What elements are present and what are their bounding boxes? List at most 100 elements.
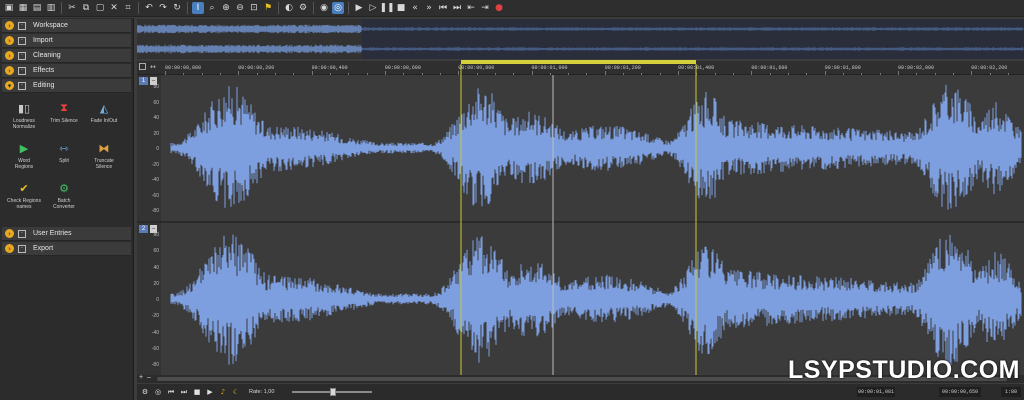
tool-label-secondary: Normalize [12, 124, 36, 130]
ruler-time-label: 00:00:00,800 [458, 65, 495, 71]
save-all-icon[interactable]: ▥ [45, 2, 57, 14]
tool-label: Split [59, 158, 69, 164]
sidebar-section-import[interactable]: › · Import [2, 34, 131, 48]
go-start-icon[interactable]: ⏮ [437, 2, 449, 14]
toolbar-separator [187, 2, 188, 14]
zoom-tool-icon[interactable]: ⌕ [206, 2, 218, 14]
scrub-icon[interactable]: ♪ [218, 387, 228, 397]
play-selection-icon[interactable]: ▷ [367, 2, 379, 14]
sidebar-section-effects[interactable]: › · Effects [2, 64, 131, 78]
sidebar-section-label: Import [33, 37, 53, 44]
workspace-icon: · [18, 21, 26, 30]
tool-fade-in-out[interactable]: ◭ Fade In/Out [86, 97, 122, 133]
rewind-icon[interactable]: « [409, 2, 421, 14]
ruler-time-label: 00:00:00,200 [238, 65, 275, 71]
save-icon[interactable]: ▦ [17, 2, 29, 14]
overview-waveform[interactable] [136, 19, 1024, 59]
tool-trim-silence[interactable]: ⧗ Trim Silence [46, 97, 82, 133]
tool-icon[interactable]: ◐ [283, 2, 295, 14]
channel-2-waveform[interactable] [161, 223, 1024, 375]
save-as-icon[interactable]: ▤ [31, 2, 43, 14]
go-start-icon[interactable]: ⏮ [166, 387, 176, 397]
sidebar-section-workspace[interactable]: › · Workspace [2, 19, 131, 33]
playback-rate-label: Rate: 1,00 [249, 389, 275, 395]
fast-forward-icon[interactable]: » [423, 2, 435, 14]
record-settings-icon[interactable]: ⚙ [297, 2, 309, 14]
time-ruler[interactable]: ↔ 00:00:00,000 00:00:00,200 00:00:00,400 00… [137, 61, 1024, 75]
playback-rate-slider[interactable] [292, 387, 373, 397]
cut-icon[interactable]: ✂ [66, 2, 78, 14]
sidebar-section-editing[interactable]: ▾ · Editing [2, 79, 131, 93]
loop-icon[interactable]: ◎ [332, 2, 344, 14]
next-marker-icon[interactable]: ⇥ [479, 2, 491, 14]
slider-thumb[interactable] [330, 388, 337, 396]
tool-batch-converter[interactable]: ⚙ Batch Converter [46, 177, 82, 213]
copy-icon[interactable]: ⧉ [80, 2, 92, 14]
zoom-out-button[interactable]: – [147, 374, 151, 381]
channel-axis-label: 60 [153, 99, 159, 106]
toolbar-separator [278, 2, 279, 14]
channel-1-waveform[interactable] [161, 75, 1024, 221]
sidebar-section-label: Editing [33, 82, 55, 89]
channel-axis-label: 0 [156, 297, 159, 303]
pause-icon[interactable]: ❚❚ [379, 2, 394, 14]
chevron-right-icon[interactable]: › [5, 51, 14, 60]
sidebar: › · Workspace › · Import › · Cleaning › · Effects ▾ ·… [0, 18, 134, 400]
tool-check-regions[interactable]: ✔ Check Regions names [6, 177, 42, 213]
record-button-icon[interactable]: ● [493, 2, 505, 14]
record-settings-icon[interactable]: ⚙ [140, 387, 150, 397]
loop-icon[interactable]: ◎ [153, 387, 163, 397]
export-icon: · [18, 244, 26, 253]
chevron-right-icon[interactable]: › [5, 229, 14, 238]
chevron-down-icon[interactable]: ▾ [5, 81, 14, 90]
go-end-icon[interactable]: ⏭ [451, 2, 463, 14]
chevron-right-icon[interactable]: › [5, 21, 14, 30]
play-icon[interactable]: ▶ [353, 2, 365, 14]
waveform-trace [170, 84, 1022, 210]
channel-1-header: 1 – 80 60 40 20 0 -20 -40 -60 -80 [137, 75, 161, 221]
stop-icon[interactable]: ■ [192, 387, 202, 397]
channel-axis-label: 80 [153, 232, 159, 238]
loudness-normalize-icon: ▮▯ [17, 101, 31, 115]
sidebar-section-export[interactable]: › · Export [2, 242, 131, 256]
play-icon[interactable]: ▶ [205, 387, 215, 397]
ruler-marker-icon[interactable]: ↔ [150, 63, 158, 71]
zoom-in-button[interactable]: + [139, 374, 143, 381]
prev-marker-icon[interactable]: ⇤ [465, 2, 477, 14]
editing-icon: · [18, 81, 26, 90]
paste-icon[interactable]: ▢ [94, 2, 106, 14]
tool-split[interactable]: ⇿ Split [46, 137, 82, 173]
truncate-silence-icon: ⧓ [98, 141, 110, 155]
stop-icon[interactable]: ■ [395, 2, 407, 14]
channel-axis-label: 40 [153, 115, 159, 121]
zoom-out-icon[interactable]: ⊖ [234, 2, 246, 14]
channel-2-header: 2 – 80 60 40 20 0 -20 -40 -60 -80 [137, 223, 161, 375]
select-tool-icon[interactable]: I [192, 2, 204, 14]
chevron-right-icon[interactable]: › [5, 244, 14, 253]
open-icon[interactable]: ▣ [3, 2, 15, 14]
go-end-icon[interactable]: ⏭ [179, 387, 189, 397]
zoom-fit-icon[interactable]: ⊡ [248, 2, 260, 14]
overview-viewport[interactable] [362, 19, 1024, 59]
history-icon[interactable]: ↻ [171, 2, 183, 14]
speed-icon[interactable]: ☾ [231, 387, 241, 397]
tool-word-regions[interactable]: ▶ Word Regions [6, 137, 42, 173]
tool-truncate-silence[interactable]: ⧓ Truncate Silence [86, 137, 122, 173]
ruler-nav-icon[interactable] [139, 63, 146, 70]
channel-axis-label: -20 [151, 161, 159, 168]
crop-icon[interactable]: ⌗ [122, 2, 134, 14]
zoom-in-icon[interactable]: ⊕ [220, 2, 232, 14]
tool-loudness-normalize[interactable]: ▮▯ Loudness Normalize [6, 97, 42, 133]
sidebar-section-user-entries[interactable]: › · User Entries [2, 227, 131, 241]
delete-icon[interactable]: ✕ [108, 2, 120, 14]
chevron-right-icon[interactable]: › [5, 66, 14, 75]
redo-icon[interactable]: ↷ [157, 2, 169, 14]
chevron-right-icon[interactable]: › [5, 36, 14, 45]
sidebar-section-cleaning[interactable]: › · Cleaning [2, 49, 131, 63]
marker-icon[interactable]: ⚑ [262, 2, 274, 14]
channel-axis-label: 80 [153, 84, 159, 90]
channel-1-waveform-plot [170, 84, 1022, 210]
sidebar-section-label: Workspace [33, 22, 68, 29]
undo-icon[interactable]: ↶ [143, 2, 155, 14]
record-icon[interactable]: ◉ [318, 2, 330, 14]
